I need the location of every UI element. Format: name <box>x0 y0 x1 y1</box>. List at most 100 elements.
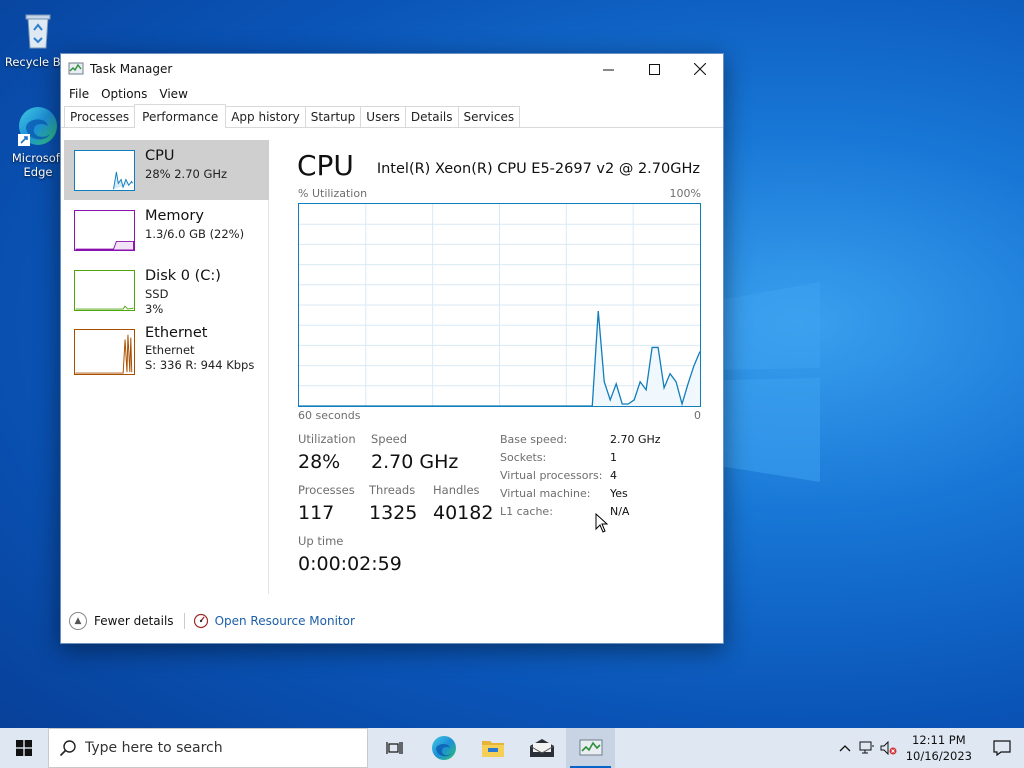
volume-muted-icon <box>880 741 897 755</box>
handles-label: Handles <box>433 483 480 497</box>
open-resource-monitor-link[interactable]: Open Resource Monitor <box>193 613 355 629</box>
taskbar-file-explorer-button[interactable] <box>468 728 517 768</box>
taskbar: 12:11 PM 10/16/2023 <box>0 728 1024 768</box>
action-center-button[interactable] <box>980 728 1024 768</box>
tab-details[interactable]: Details <box>404 106 459 127</box>
base-speed-label: Base speed: <box>500 433 568 446</box>
show-hidden-icons-button[interactable] <box>834 744 856 752</box>
minimize-icon <box>602 69 614 70</box>
handles-value: 40182 <box>433 502 494 524</box>
start-button[interactable] <box>0 728 48 768</box>
search-input[interactable] <box>85 740 345 756</box>
cpu-graph-svg <box>299 204 700 406</box>
processes-value: 117 <box>298 502 335 524</box>
task-view-icon <box>385 742 403 754</box>
close-icon <box>694 63 706 75</box>
task-view-button[interactable] <box>370 728 419 768</box>
sidebar-cpu-usage: 28% 2.70 GHz <box>145 167 228 181</box>
page-title: CPU <box>297 149 354 182</box>
cpu-detail-panel: CPU Intel(R) Xeon(R) CPU E5-2697 v2 @ 2.… <box>283 140 713 594</box>
sidebar-ethernet-throughput: S: 336 R: 944 Kbps <box>145 358 255 372</box>
sidebar-cpu-name: CPU <box>145 148 175 164</box>
window-footer: ▲ Fewer details Open Resource Monitor <box>61 609 723 633</box>
virtual-machine-value: Yes <box>610 487 628 500</box>
threads-label: Threads <box>369 483 416 497</box>
graph-x-right: 0 <box>694 409 701 422</box>
graph-y-label: % Utilization <box>298 187 368 200</box>
sidebar-memory-usage: 1.3/6.0 GB (22%) <box>145 227 245 241</box>
l1-cache-value: N/A <box>610 505 630 518</box>
close-button[interactable] <box>677 54 723 84</box>
utilization-label: Utilization <box>298 432 356 446</box>
edge-label: Microsoft Edge <box>11 151 65 179</box>
virtual-processors-value: 4 <box>610 469 617 482</box>
recycle-bin-icon <box>25 14 51 49</box>
edge-icon <box>431 736 456 760</box>
tab-processes[interactable]: Processes <box>64 106 136 127</box>
menu-options[interactable]: Options <box>95 87 153 101</box>
mouse-cursor-icon <box>595 513 609 533</box>
cpu-utilization-graph <box>298 203 701 407</box>
system-tray: 12:11 PM 10/16/2023 <box>834 728 1024 768</box>
sockets-value: 1 <box>610 451 617 464</box>
taskbar-task-manager-button[interactable] <box>566 728 615 768</box>
virtual-processors-label: Virtual processors: <box>500 469 603 482</box>
taskbar-clock[interactable]: 12:11 PM 10/16/2023 <box>906 732 972 764</box>
volume-button[interactable] <box>878 741 900 755</box>
sidebar-item-memory[interactable]: Memory 1.3/6.0 GB (22%) <box>64 200 269 260</box>
sidebar-memory-name: Memory <box>145 208 204 224</box>
title-bar[interactable]: Task Manager <box>61 54 723 84</box>
footer-divider <box>183 613 185 629</box>
tab-strip: Processes Performance App history Startu… <box>61 104 723 128</box>
tab-app-history[interactable]: App history <box>225 106 306 127</box>
fewer-details-button[interactable]: ▲ Fewer details <box>69 612 174 630</box>
chevron-up-icon: ▲ <box>69 612 87 630</box>
ethernet-thumbnail-graph <box>74 329 135 375</box>
chevron-up-icon <box>839 745 851 752</box>
utilization-value: 28% <box>298 451 341 473</box>
clock-date: 10/16/2023 <box>905 749 972 763</box>
network-button[interactable] <box>856 741 878 755</box>
mail-icon <box>529 739 554 757</box>
menu-view[interactable]: View <box>153 87 193 101</box>
taskbar-mail-button[interactable] <box>517 728 566 768</box>
speed-value: 2.70 GHz <box>371 451 459 473</box>
open-resource-monitor-label: Open Resource Monitor <box>214 614 355 628</box>
edge-icon <box>18 107 57 146</box>
tab-performance[interactable]: Performance <box>134 104 227 128</box>
taskbar-edge-button[interactable] <box>419 728 468 768</box>
tab-services[interactable]: Services <box>457 106 521 127</box>
tab-users[interactable]: Users <box>360 106 406 127</box>
task-manager-window: Task Manager File Options View Processes… <box>60 53 724 644</box>
menu-bar: File Options View <box>61 84 723 104</box>
resource-monitor-icon <box>193 613 208 629</box>
memory-thumbnail-graph <box>74 210 135 251</box>
windows-start-icon <box>16 740 32 756</box>
task-manager-icon <box>68 62 84 75</box>
notification-icon <box>993 740 1011 756</box>
menu-file[interactable]: File <box>63 87 95 101</box>
cpu-model-name: Intel(R) Xeon(R) CPU E5-2697 v2 @ 2.70GH… <box>376 161 700 177</box>
virtual-machine-label: Virtual machine: <box>500 487 591 500</box>
graph-x-left: 60 seconds <box>298 409 361 422</box>
minimize-button[interactable] <box>585 54 631 84</box>
base-speed-value: 2.70 GHz <box>610 433 661 446</box>
tab-startup[interactable]: Startup <box>304 106 362 127</box>
uptime-label: Up time <box>298 534 344 548</box>
threads-value: 1325 <box>369 502 418 524</box>
sidebar-item-cpu[interactable]: CPU 28% 2.70 GHz <box>64 140 269 200</box>
sidebar-disk-name: Disk 0 (C:) <box>145 268 221 284</box>
disk-thumbnail-graph <box>74 270 135 311</box>
sidebar-item-disk[interactable]: Disk 0 (C:) SSD 3% <box>64 260 269 320</box>
graph-y-max: 100% <box>669 187 701 200</box>
task-manager-icon <box>579 739 602 756</box>
sidebar-disk-usage: 3% <box>145 302 164 316</box>
sockets-label: Sockets: <box>500 451 547 464</box>
taskbar-search-box[interactable] <box>48 728 368 768</box>
sidebar-item-ethernet[interactable]: Ethernet Ethernet S: 336 R: 944 Kbps <box>64 325 269 386</box>
resource-sidebar: CPU 28% 2.70 GHz Memory 1.3/6.0 GB (22%)… <box>64 140 269 594</box>
window-title: Task Manager <box>90 62 173 76</box>
maximize-button[interactable] <box>631 54 677 84</box>
l1-cache-label: L1 cache: <box>500 505 553 518</box>
maximize-icon <box>648 63 660 75</box>
